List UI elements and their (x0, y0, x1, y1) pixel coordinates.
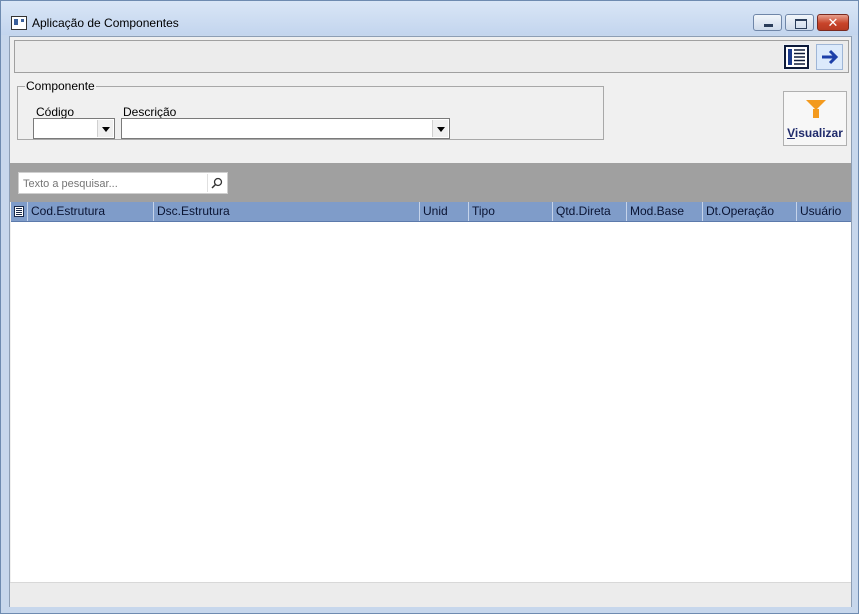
column-header-tipo[interactable]: Tipo (469, 202, 553, 221)
close-button[interactable]: ✕ (817, 14, 849, 31)
visualizar-mnemonic: V (787, 126, 795, 140)
minimize-button[interactable] (753, 14, 782, 31)
funnel-icon-stem (813, 109, 819, 118)
search-input[interactable] (21, 175, 210, 193)
codigo-combo[interactable] (33, 118, 115, 139)
search-band (10, 163, 851, 202)
close-icon: ✕ (827, 15, 839, 30)
column-header-cod-estrutura[interactable]: Cod.Estrutura (28, 202, 154, 221)
app-icon[interactable] (11, 16, 27, 30)
client-area: Componente Código Descrição Visualizar T… (9, 36, 852, 607)
grid-header: Cod.Estrutura Dsc.Estrutura Unid Tipo Qt… (11, 202, 851, 222)
column-header-dsc-estrutura[interactable]: Dsc.Estrutura (154, 202, 420, 221)
list-icon (14, 206, 24, 217)
column-header-mod-base[interactable]: Mod.Base (627, 202, 703, 221)
status-bar (10, 582, 851, 607)
search-button[interactable] (207, 174, 226, 192)
search-icon (211, 177, 223, 189)
descricao-label: Descrição (123, 105, 177, 119)
arrow-right-icon (822, 49, 839, 65)
grid-view-icon (784, 45, 809, 69)
maximize-button[interactable] (785, 14, 814, 31)
visualizar-label: Visualizar (784, 126, 846, 140)
visualizar-button[interactable]: Visualizar (783, 91, 847, 146)
data-grid[interactable]: Cod.Estrutura Dsc.Estrutura Unid Tipo Qt… (11, 202, 851, 582)
descricao-combo[interactable] (121, 118, 450, 139)
search-box[interactable] (18, 172, 228, 194)
column-header-qtd-direta[interactable]: Qtd.Direta (553, 202, 627, 221)
window-title: Aplicação de Componentes (32, 16, 179, 30)
componente-legend: Componente (26, 79, 95, 93)
forward-button[interactable] (816, 44, 843, 70)
componente-group: Componente Código Descrição (17, 79, 604, 140)
chevron-down-icon[interactable] (432, 120, 448, 137)
chevron-down-icon[interactable] (97, 120, 113, 137)
column-header-dt-operacao[interactable]: Dt.Operação (703, 202, 797, 221)
column-header-usuario[interactable]: Usuário (797, 202, 851, 221)
app-window: Aplicação de Componentes ✕ Componente Có… (0, 0, 859, 614)
codigo-label: Código (36, 105, 75, 119)
grid-view-button[interactable] (783, 44, 810, 70)
visualizar-label-rest: isualizar (794, 126, 843, 140)
column-chooser-button[interactable] (11, 202, 28, 221)
column-header-unid[interactable]: Unid (420, 202, 469, 221)
toolbar (14, 40, 849, 73)
title-bar[interactable]: Aplicação de Componentes ✕ (1, 1, 858, 35)
